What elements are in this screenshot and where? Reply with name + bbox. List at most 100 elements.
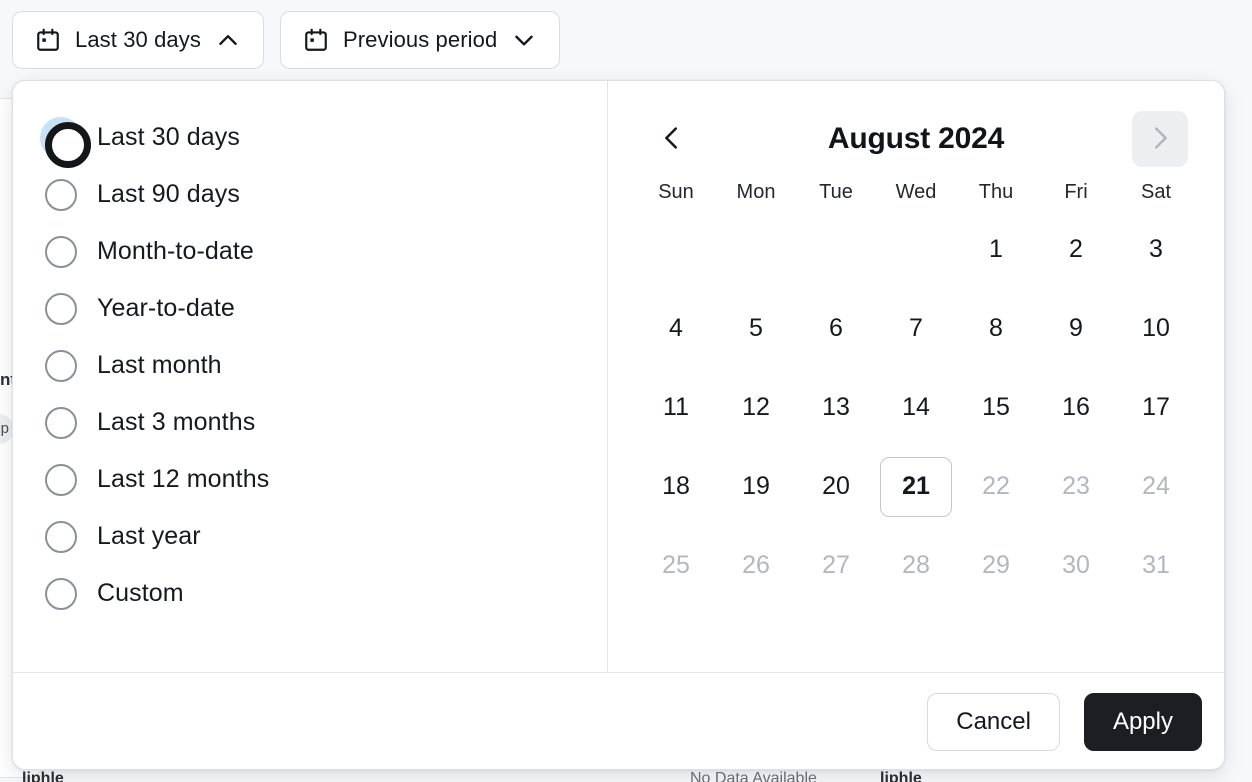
calendar-day-label: 2 [1069,235,1083,263]
calendar-empty-cell [876,210,956,289]
radio-unselected-icon[interactable] [45,520,77,553]
compare-period-trigger-label: Previous period [342,27,498,52]
preset-option-row[interactable]: Last 30 days [13,109,607,168]
preset-option-label: Custom [97,579,184,607]
radio-selected-icon[interactable] [40,116,91,168]
calendar-day-disabled: 30 [1036,526,1116,605]
calendar-day[interactable]: 20 [796,447,876,526]
preset-option-row[interactable]: Last year [13,508,607,565]
calendar-day-disabled: 28 [876,526,956,605]
calendar-day[interactable]: 2 [1036,210,1116,289]
radio-unselected-icon[interactable] [45,292,77,325]
weekday-label: Wed [895,181,937,203]
next-month-button[interactable] [1131,111,1188,167]
calendar-day-today[interactable]: 21 [876,447,956,526]
calendar-day[interactable]: 17 [1116,368,1196,447]
calendar-day[interactable]: 9 [1036,289,1116,368]
radio-unselected-icon[interactable] [45,577,77,610]
preset-option-label: Month-to-date [97,237,254,265]
chevron-down-icon [511,27,537,53]
preset-option-label: Year-to-date [97,294,235,322]
compare-period-trigger-button[interactable]: Previous period [279,11,561,69]
calendar-day[interactable]: 12 [716,368,796,447]
calendar-day[interactable]: 4 [636,289,716,368]
calendar-day-label: 1 [989,235,1003,263]
calendar-day[interactable]: 3 [1116,210,1196,289]
calendar-day-disabled: 22 [956,447,1036,526]
radio-unselected-icon[interactable] [45,349,77,382]
calendar-day-label: 10 [1142,314,1170,342]
chevron-up-icon [215,27,241,53]
apply-button[interactable]: Apply [1083,692,1202,751]
preset-option-row[interactable]: Last 90 days [13,166,607,223]
calendar-day[interactable]: 11 [636,368,716,447]
calendar-day-label: 18 [662,472,690,500]
weekday-label: Sun [658,181,694,203]
calendar-day[interactable]: 16 [1036,368,1116,447]
calendar-day-label: 20 [822,472,850,500]
calendar-empty-cell [636,210,716,289]
preset-option-label: Last month [97,351,222,379]
calendar-day-label: 3 [1149,235,1163,263]
calendar-day-label: 27 [822,551,850,579]
preset-option-row[interactable]: Year-to-date [13,280,607,337]
radio-unselected-icon[interactable] [45,235,77,268]
calendar-day[interactable]: 10 [1116,289,1196,368]
calendar-day-disabled: 31 [1116,526,1196,605]
preset-option-row[interactable]: Last month [13,337,607,394]
calendar-day-label: 25 [662,551,690,579]
preset-option-row[interactable]: Last 3 months [13,394,607,451]
calendar-day-label: 28 [902,551,930,579]
calendar-empty-cell [716,210,796,289]
preset-option-row[interactable]: Custom [13,565,607,622]
calendar-day-label: 13 [822,393,850,421]
previous-month-button[interactable] [644,111,700,167]
calendar-day[interactable]: 13 [796,368,876,447]
preset-option-label: Last 12 months [97,465,270,493]
calendar-day-label: 4 [669,314,683,342]
calendar-day-label: 21 [880,456,952,517]
calendar-day[interactable]: 15 [956,368,1036,447]
calendar-day-label: 19 [742,472,770,500]
date-range-trigger-label: Last 30 days [75,27,201,52]
calendar-empty-cell-inner [800,220,872,280]
calendar-panel: August 2024 Sun Mon Tue Wed Thu Fri Sat 123456… [608,81,1224,672]
calendar-day[interactable]: 1 [956,210,1036,289]
cancel-button[interactable]: Cancel [927,692,1060,751]
calendar-empty-cell-inner [720,220,792,280]
calendar-empty-cell-inner [880,220,952,280]
calendar-day-label: 15 [982,393,1010,421]
calendar-day-label: 5 [749,314,763,342]
calendar-empty-cell-inner [640,220,712,280]
radio-unselected-icon[interactable] [45,178,77,211]
weekday-label: Tue [819,181,853,203]
calendar-day-label: 7 [909,314,923,342]
calendar-day-label: 26 [742,551,770,579]
radio-unselected-icon[interactable] [45,406,77,439]
calendar-icon [35,27,61,53]
calendar-day-label: 12 [742,393,770,421]
preset-option-row[interactable]: Month-to-date [13,223,607,280]
weekday-label: Sat [1140,181,1172,203]
calendar-day[interactable]: 6 [796,289,876,368]
weekday-label: Fri [1064,181,1088,203]
calendar-day-disabled: 29 [956,526,1036,605]
calendar-day[interactable]: 19 [716,447,796,526]
preset-range-list: Last 30 days Last 90 days Month-to-date Yea… [13,81,608,672]
calendar-day[interactable]: 14 [876,368,956,447]
calendar-day-label: 9 [1069,314,1083,342]
preset-option-label: Last 90 days [97,180,240,208]
date-range-toolbar: Last 30 days Previous period [0,0,1252,80]
calendar-day[interactable]: 5 [716,289,796,368]
preset-option-label: Last 3 months [97,408,256,436]
date-range-trigger-button[interactable]: Last 30 days [12,11,264,69]
calendar-day-label: 31 [1142,551,1170,579]
calendar-day-label: 6 [829,314,843,342]
calendar-day[interactable]: 8 [956,289,1036,368]
calendar-day[interactable]: 18 [636,447,716,526]
calendar-day-disabled: 25 [636,526,716,605]
radio-unselected-icon[interactable] [45,463,77,496]
calendar-day[interactable]: 7 [876,289,956,368]
background-text-fragment-bottom-right: liphle [880,770,922,782]
preset-option-row[interactable]: Last 12 months [13,451,607,508]
